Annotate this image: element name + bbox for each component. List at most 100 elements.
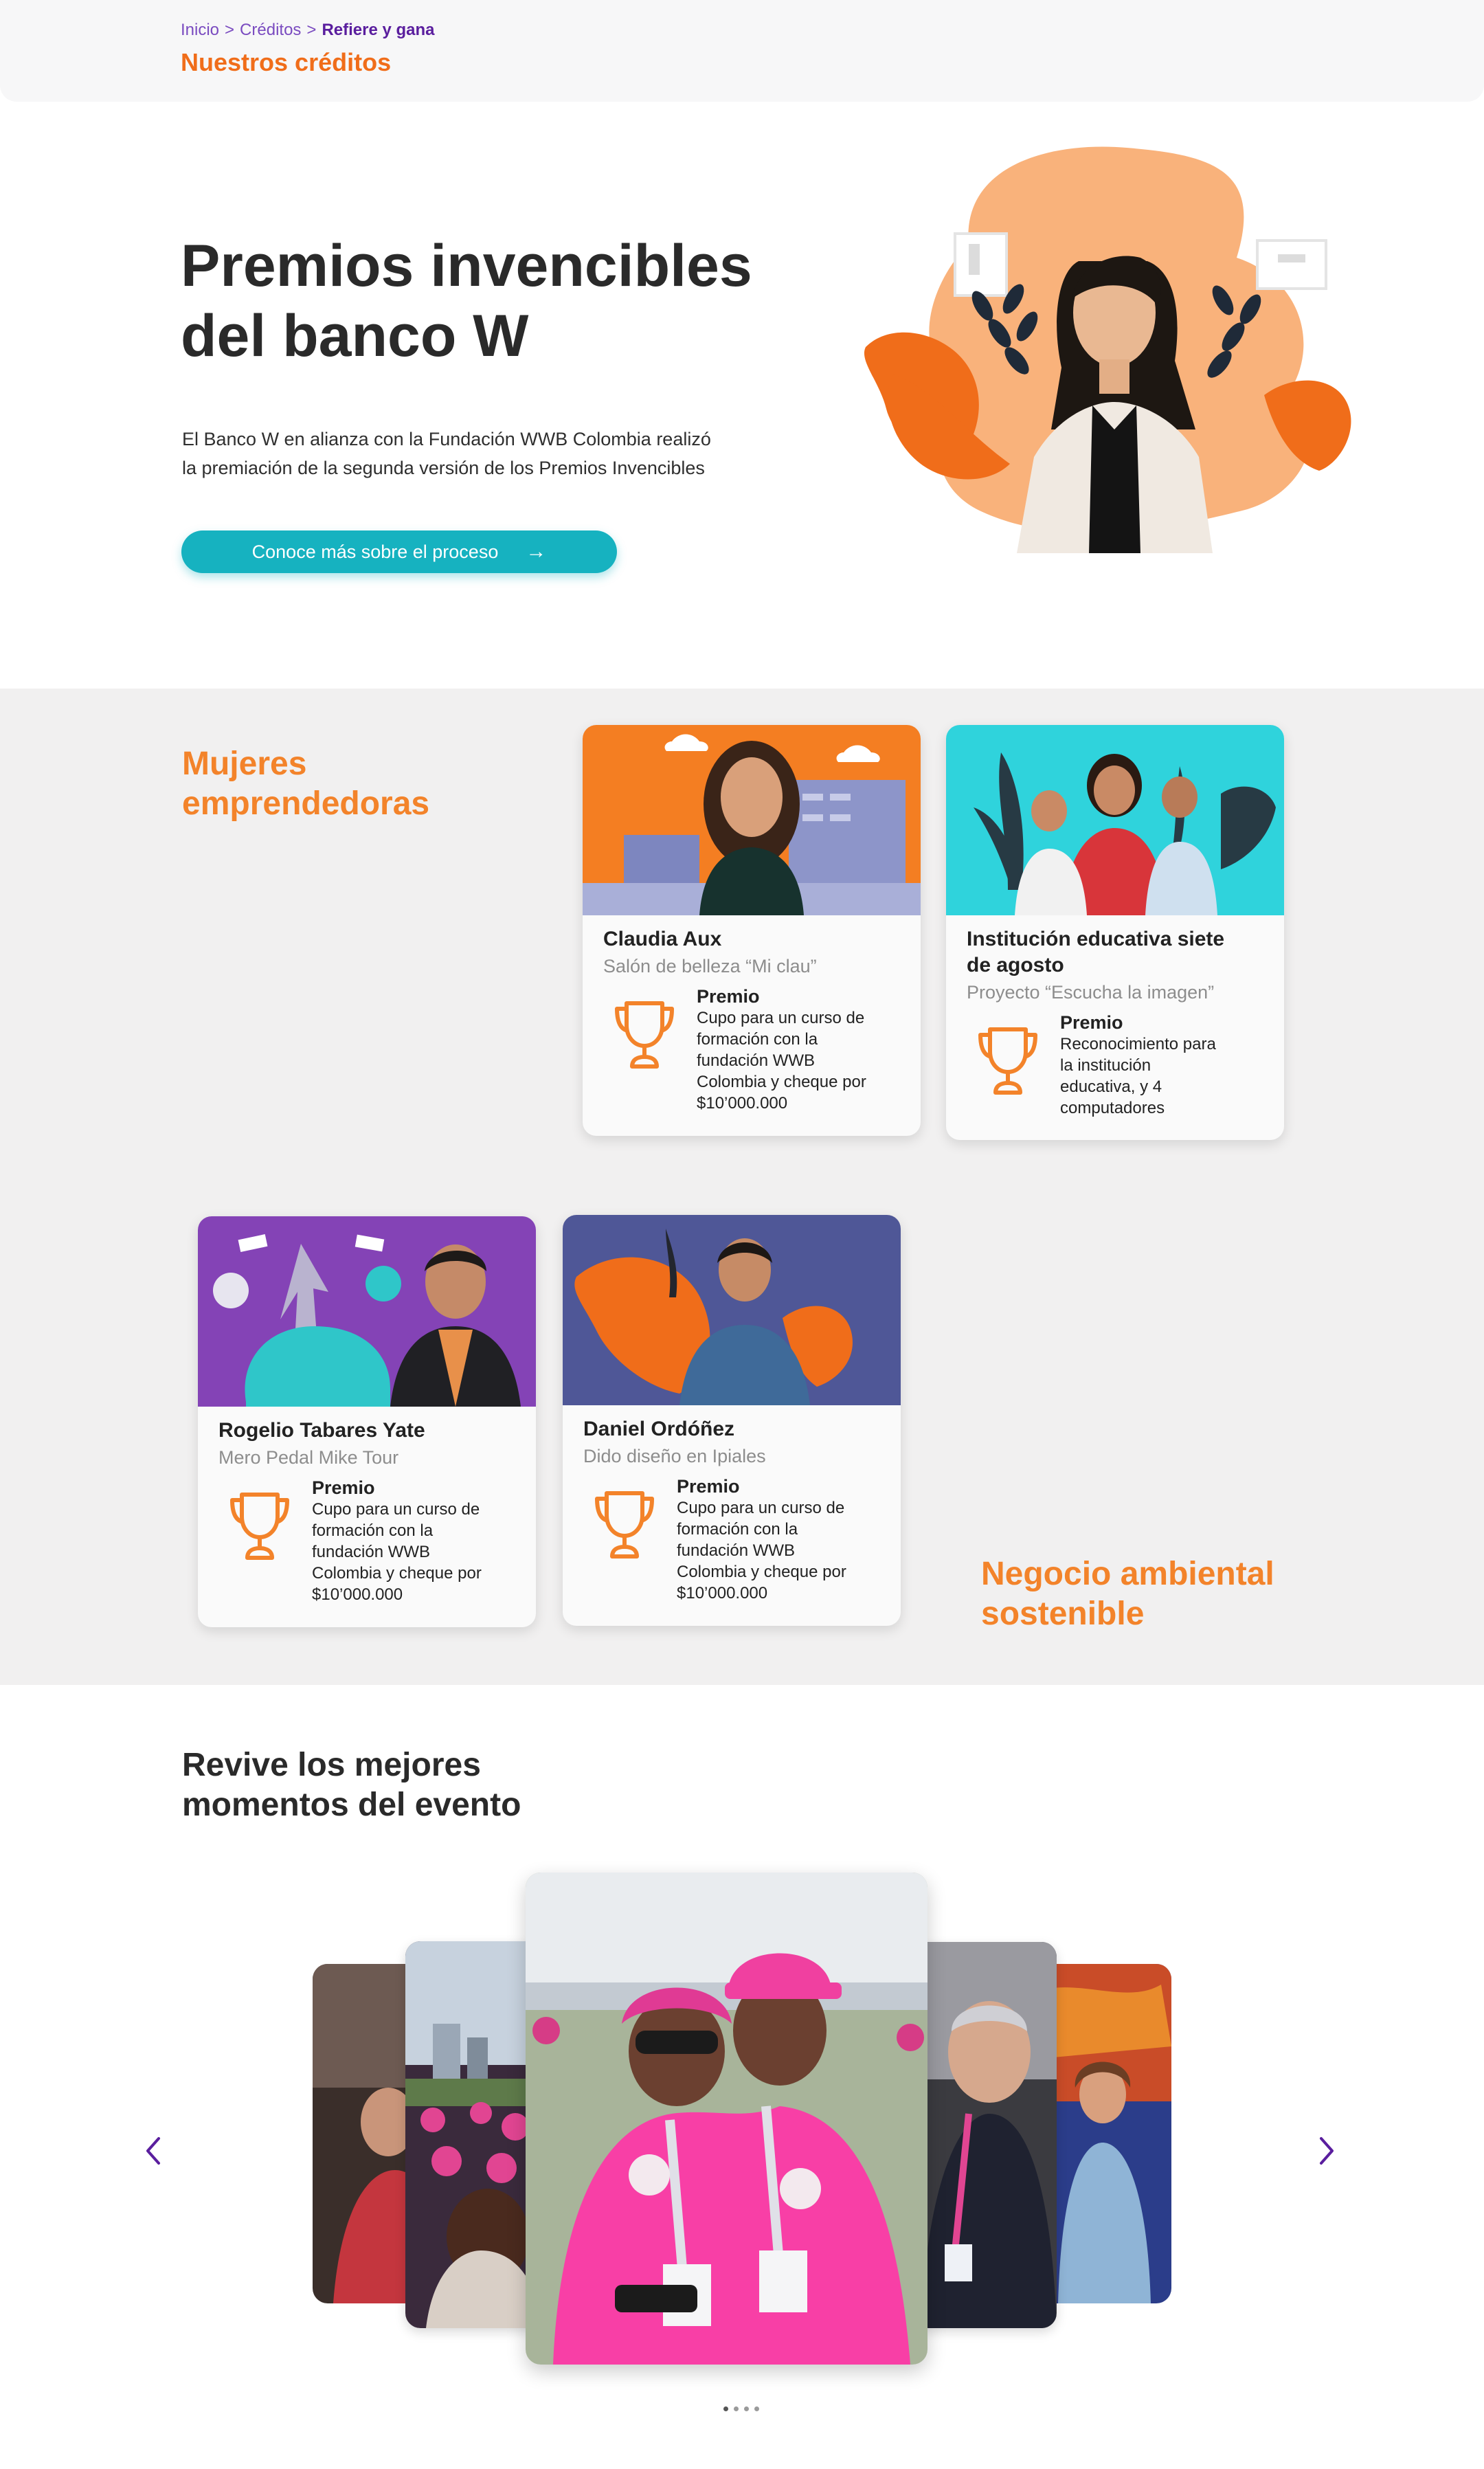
winner-project: Dido diseño en Ipiales: [583, 1446, 766, 1466]
prize-line: formación con la: [677, 1520, 798, 1539]
winner-name-line: Institución educativa siete: [967, 928, 1225, 950]
gallery-title: Revive los mejores momentos del evento: [182, 1745, 663, 1825]
prize-description: Cupo para un curso de formación con la f…: [312, 1499, 518, 1605]
breadcrumb-link-inicio[interactable]: Inicio: [181, 21, 219, 39]
winner-photo: [563, 1215, 901, 1405]
winner-info: Daniel Ordóñez Dido diseño en Ipiales Pr…: [563, 1405, 901, 1619]
arrow-right-icon: →: [526, 540, 547, 563]
prize-line: Colombia y cheque por: [677, 1563, 846, 1581]
prize-text: Premio Cupo para un curso de formación c…: [677, 1475, 883, 1604]
learn-process-button[interactable]: Conoce más sobre el proceso →: [181, 530, 617, 573]
prize-description: Cupo para un curso de formación con la f…: [677, 1497, 883, 1604]
category-heading-environmental: Negocio ambiental sostenible: [981, 1554, 1274, 1634]
winner-card[interactable]: Rogelio Tabares Yate Mero Pedal Mike Tou…: [198, 1216, 536, 1627]
winner-project: Proyecto “Escucha la imagen”: [967, 982, 1215, 1003]
prize-line: $10’000.000: [697, 1094, 788, 1113]
prize-line: Cupo para un curso de: [312, 1500, 480, 1519]
carousel-dot[interactable]: [754, 2406, 759, 2411]
carousel-prev-button[interactable]: [133, 2127, 175, 2175]
hero-title: Premios invencibles del banco W: [181, 231, 840, 371]
carousel-dot[interactable]: [723, 2406, 728, 2411]
hero-illustration: [864, 146, 1351, 553]
prize-block: Premio Reconocimiento para la institució…: [967, 1012, 1263, 1119]
carousel-dot[interactable]: [734, 2406, 739, 2411]
prize-text: Premio Reconocimiento para la institució…: [1060, 1012, 1266, 1119]
winner-name-line: de agosto: [967, 954, 1064, 976]
prize-block: Premio Cupo para un curso de formación c…: [218, 1477, 515, 1605]
prize-line: educativa, y 4: [1060, 1077, 1162, 1096]
prize-line: fundación WWB: [697, 1051, 816, 1070]
prize-line: Cupo para un curso de: [677, 1499, 845, 1517]
carousel-next-button[interactable]: [1305, 2127, 1347, 2175]
carousel-pagination: [723, 2406, 759, 2411]
prize-block: Premio Cupo para un curso de formación c…: [583, 1475, 880, 1604]
event-photo: [914, 1942, 1057, 2328]
category-environmental-line1: Negocio ambiental: [981, 1556, 1274, 1592]
prize-line: fundación WWB: [312, 1543, 431, 1561]
category-women-line2: emprendedoras: [182, 785, 430, 822]
prize-line: $10’000.000: [677, 1584, 768, 1602]
gallery-slide[interactable]: [914, 1942, 1057, 2328]
winner-info: Claudia Aux Salón de belleza “Mi clau” P…: [583, 915, 921, 1129]
breadcrumb: Inicio > Créditos > Refiere y gana: [181, 21, 435, 40]
prize-title: Premio: [677, 1476, 740, 1497]
winner-photo: [946, 725, 1284, 915]
prize-line: la institución: [1060, 1056, 1151, 1075]
hero-description-line1: El Banco W en alianza con la Fundación W…: [182, 429, 711, 449]
winner-name: Rogelio Tabares Yate: [218, 1419, 425, 1442]
chevron-right-icon: [1320, 2137, 1334, 2165]
prize-description: Reconocimiento para la institución educa…: [1060, 1034, 1266, 1119]
breadcrumb-current: Refiere y gana: [322, 21, 435, 39]
winner-project: Salón de belleza “Mi clau”: [603, 956, 817, 976]
winner-info: Rogelio Tabares Yate Mero Pedal Mike Tou…: [198, 1407, 536, 1620]
prize-line: Colombia y cheque por: [312, 1564, 482, 1583]
prize-line: computadores: [1060, 1099, 1165, 1117]
chevron-left-icon: [146, 2137, 160, 2165]
prize-description: Cupo para un curso de formación con la f…: [697, 1007, 903, 1114]
winner-info: Institución educativa siete de agosto Pr…: [946, 915, 1284, 1134]
prize-line: Colombia y cheque por: [697, 1073, 866, 1091]
prize-title: Premio: [1060, 1012, 1123, 1033]
winner-name: Claudia Aux: [603, 928, 722, 950]
winner-card[interactable]: Claudia Aux Salón de belleza “Mi clau” P…: [583, 725, 921, 1136]
trophy-icon: [615, 1001, 674, 1069]
category-women-line1: Mujeres: [182, 746, 307, 782]
prize-line: formación con la: [312, 1521, 434, 1540]
trophy-icon: [230, 1493, 289, 1560]
winner-project: Mero Pedal Mike Tour: [218, 1447, 399, 1468]
section-nav-title[interactable]: Nuestros créditos: [181, 48, 391, 77]
gallery-slide-active[interactable]: [526, 1873, 928, 2365]
hero-description: El Banco W en alianza con la Fundación W…: [182, 425, 800, 482]
prize-text: Premio Cupo para un curso de formación c…: [312, 1477, 518, 1605]
category-environmental-line2: sostenible: [981, 1596, 1145, 1632]
winner-name: Daniel Ordóñez: [583, 1418, 735, 1440]
prize-line: Cupo para un curso de: [697, 1009, 865, 1027]
prize-line: $10’000.000: [312, 1585, 403, 1604]
trophy-icon: [595, 1491, 654, 1559]
winner-name: Institución educativa siete de agosto: [967, 926, 1263, 979]
winner-photo: [198, 1216, 536, 1407]
category-heading-women: Mujeres emprendedoras: [182, 744, 429, 824]
hero-title-line2: del banco W: [181, 303, 529, 369]
learn-process-label: Conoce más sobre el proceso: [251, 541, 499, 562]
gallery-title-line2: momentos del evento: [182, 1787, 521, 1823]
hero-title-line1: Premios invencibles: [181, 233, 752, 299]
top-header: Inicio > Créditos > Refiere y gana Nuestros …: [0, 0, 1484, 102]
prize-line: fundación WWB: [677, 1541, 796, 1560]
prize-line: Reconocimiento para: [1060, 1035, 1216, 1053]
prize-title: Premio: [697, 986, 760, 1007]
breadcrumb-separator: >: [225, 21, 235, 39]
event-photo: [526, 1873, 928, 2365]
winner-card[interactable]: Daniel Ordóñez Dido diseño en Ipiales Pr…: [563, 1215, 901, 1626]
prize-line: formación con la: [697, 1030, 818, 1049]
breadcrumb-separator: >: [306, 21, 317, 39]
prize-text: Premio Cupo para un curso de formación c…: [697, 985, 903, 1114]
trophy-icon: [978, 1027, 1037, 1095]
winner-photo: [583, 725, 921, 915]
winner-card[interactable]: Institución educativa siete de agosto Pr…: [946, 725, 1284, 1140]
hero-description-line2: la premiación de la segunda versión de l…: [182, 458, 705, 478]
breadcrumb-link-creditos[interactable]: Créditos: [240, 21, 301, 39]
prize-title: Premio: [312, 1477, 375, 1498]
carousel-dot[interactable]: [744, 2406, 749, 2411]
gallery-title-line1: Revive los mejores: [182, 1747, 481, 1783]
